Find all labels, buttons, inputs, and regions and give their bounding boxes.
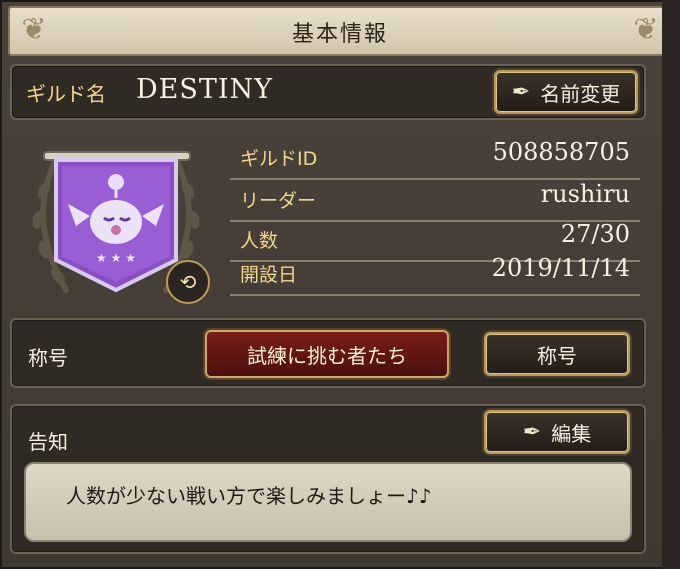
title-bar: ❦ 基本情報 ❦ xyxy=(8,6,672,56)
guild-info-window: ❦ 基本情報 ❦ ギルド名 DESTINY ✒ 名前変更 ★ ★ ★ ⟲ ギルド… xyxy=(0,0,680,569)
notice-text-box: 人数が少ない戦い方で楽しみましょー♪♪ xyxy=(24,462,632,542)
page-title: 基本情報 xyxy=(291,22,388,47)
founded-label: 開設日 xyxy=(240,264,298,286)
ornament-right-icon: ❦ xyxy=(633,12,659,47)
edit-button-label: 編集 xyxy=(551,421,592,446)
members-value: 27/30 xyxy=(560,220,630,248)
guild-id-label: ギルドID xyxy=(240,148,318,170)
rename-button[interactable]: ✒ 名前変更 xyxy=(494,70,638,114)
leader-label: リーダー xyxy=(240,190,317,212)
guild-id-value: 508858705 xyxy=(492,138,630,166)
feather-pen-icon: ✒ xyxy=(511,79,531,105)
notice-panel: 告知 ✒ 編集 人数が少ない戦い方で楽しみましょー♪♪ xyxy=(10,404,646,554)
leader-value: rushiru xyxy=(540,180,630,208)
rename-button-label: 名前変更 xyxy=(540,81,621,106)
guild-name-row: ギルド名 DESTINY ✒ 名前変更 xyxy=(10,64,646,120)
guild-name-label: ギルド名 xyxy=(26,82,106,106)
members-label: 人数 xyxy=(240,230,279,252)
edit-notice-button[interactable]: ✒ 編集 xyxy=(484,410,630,454)
svg-text:★ ★ ★: ★ ★ ★ xyxy=(96,251,136,265)
info-row-guild-id: ギルドID 508858705 xyxy=(230,138,640,180)
change-emblem-button[interactable]: ⟲ xyxy=(166,260,210,304)
notice-label: 告知 xyxy=(28,430,68,454)
guild-emblem[interactable]: ★ ★ ★ ⟲ xyxy=(16,130,216,310)
current-title-badge: 試練に挑む者たち xyxy=(205,330,449,378)
scrollbar-track[interactable] xyxy=(662,0,680,569)
guild-name-value: DESTINY xyxy=(136,74,273,105)
swap-icon: ⟲ xyxy=(179,270,197,294)
guild-title-row: 称号 試練に挑む者たち 称号 xyxy=(10,318,646,388)
notice-text: 人数が少ない戦い方で楽しみましょー♪♪ xyxy=(66,484,432,508)
title-label: 称号 xyxy=(28,346,68,370)
info-row-leader: リーダー rushiru xyxy=(230,180,640,222)
info-row-founded: 開設日 2019/11/14 xyxy=(230,254,640,296)
founded-value: 2019/11/14 xyxy=(491,254,630,282)
feather-pen-icon: ✒ xyxy=(522,419,542,445)
title-button[interactable]: 称号 xyxy=(484,332,630,376)
